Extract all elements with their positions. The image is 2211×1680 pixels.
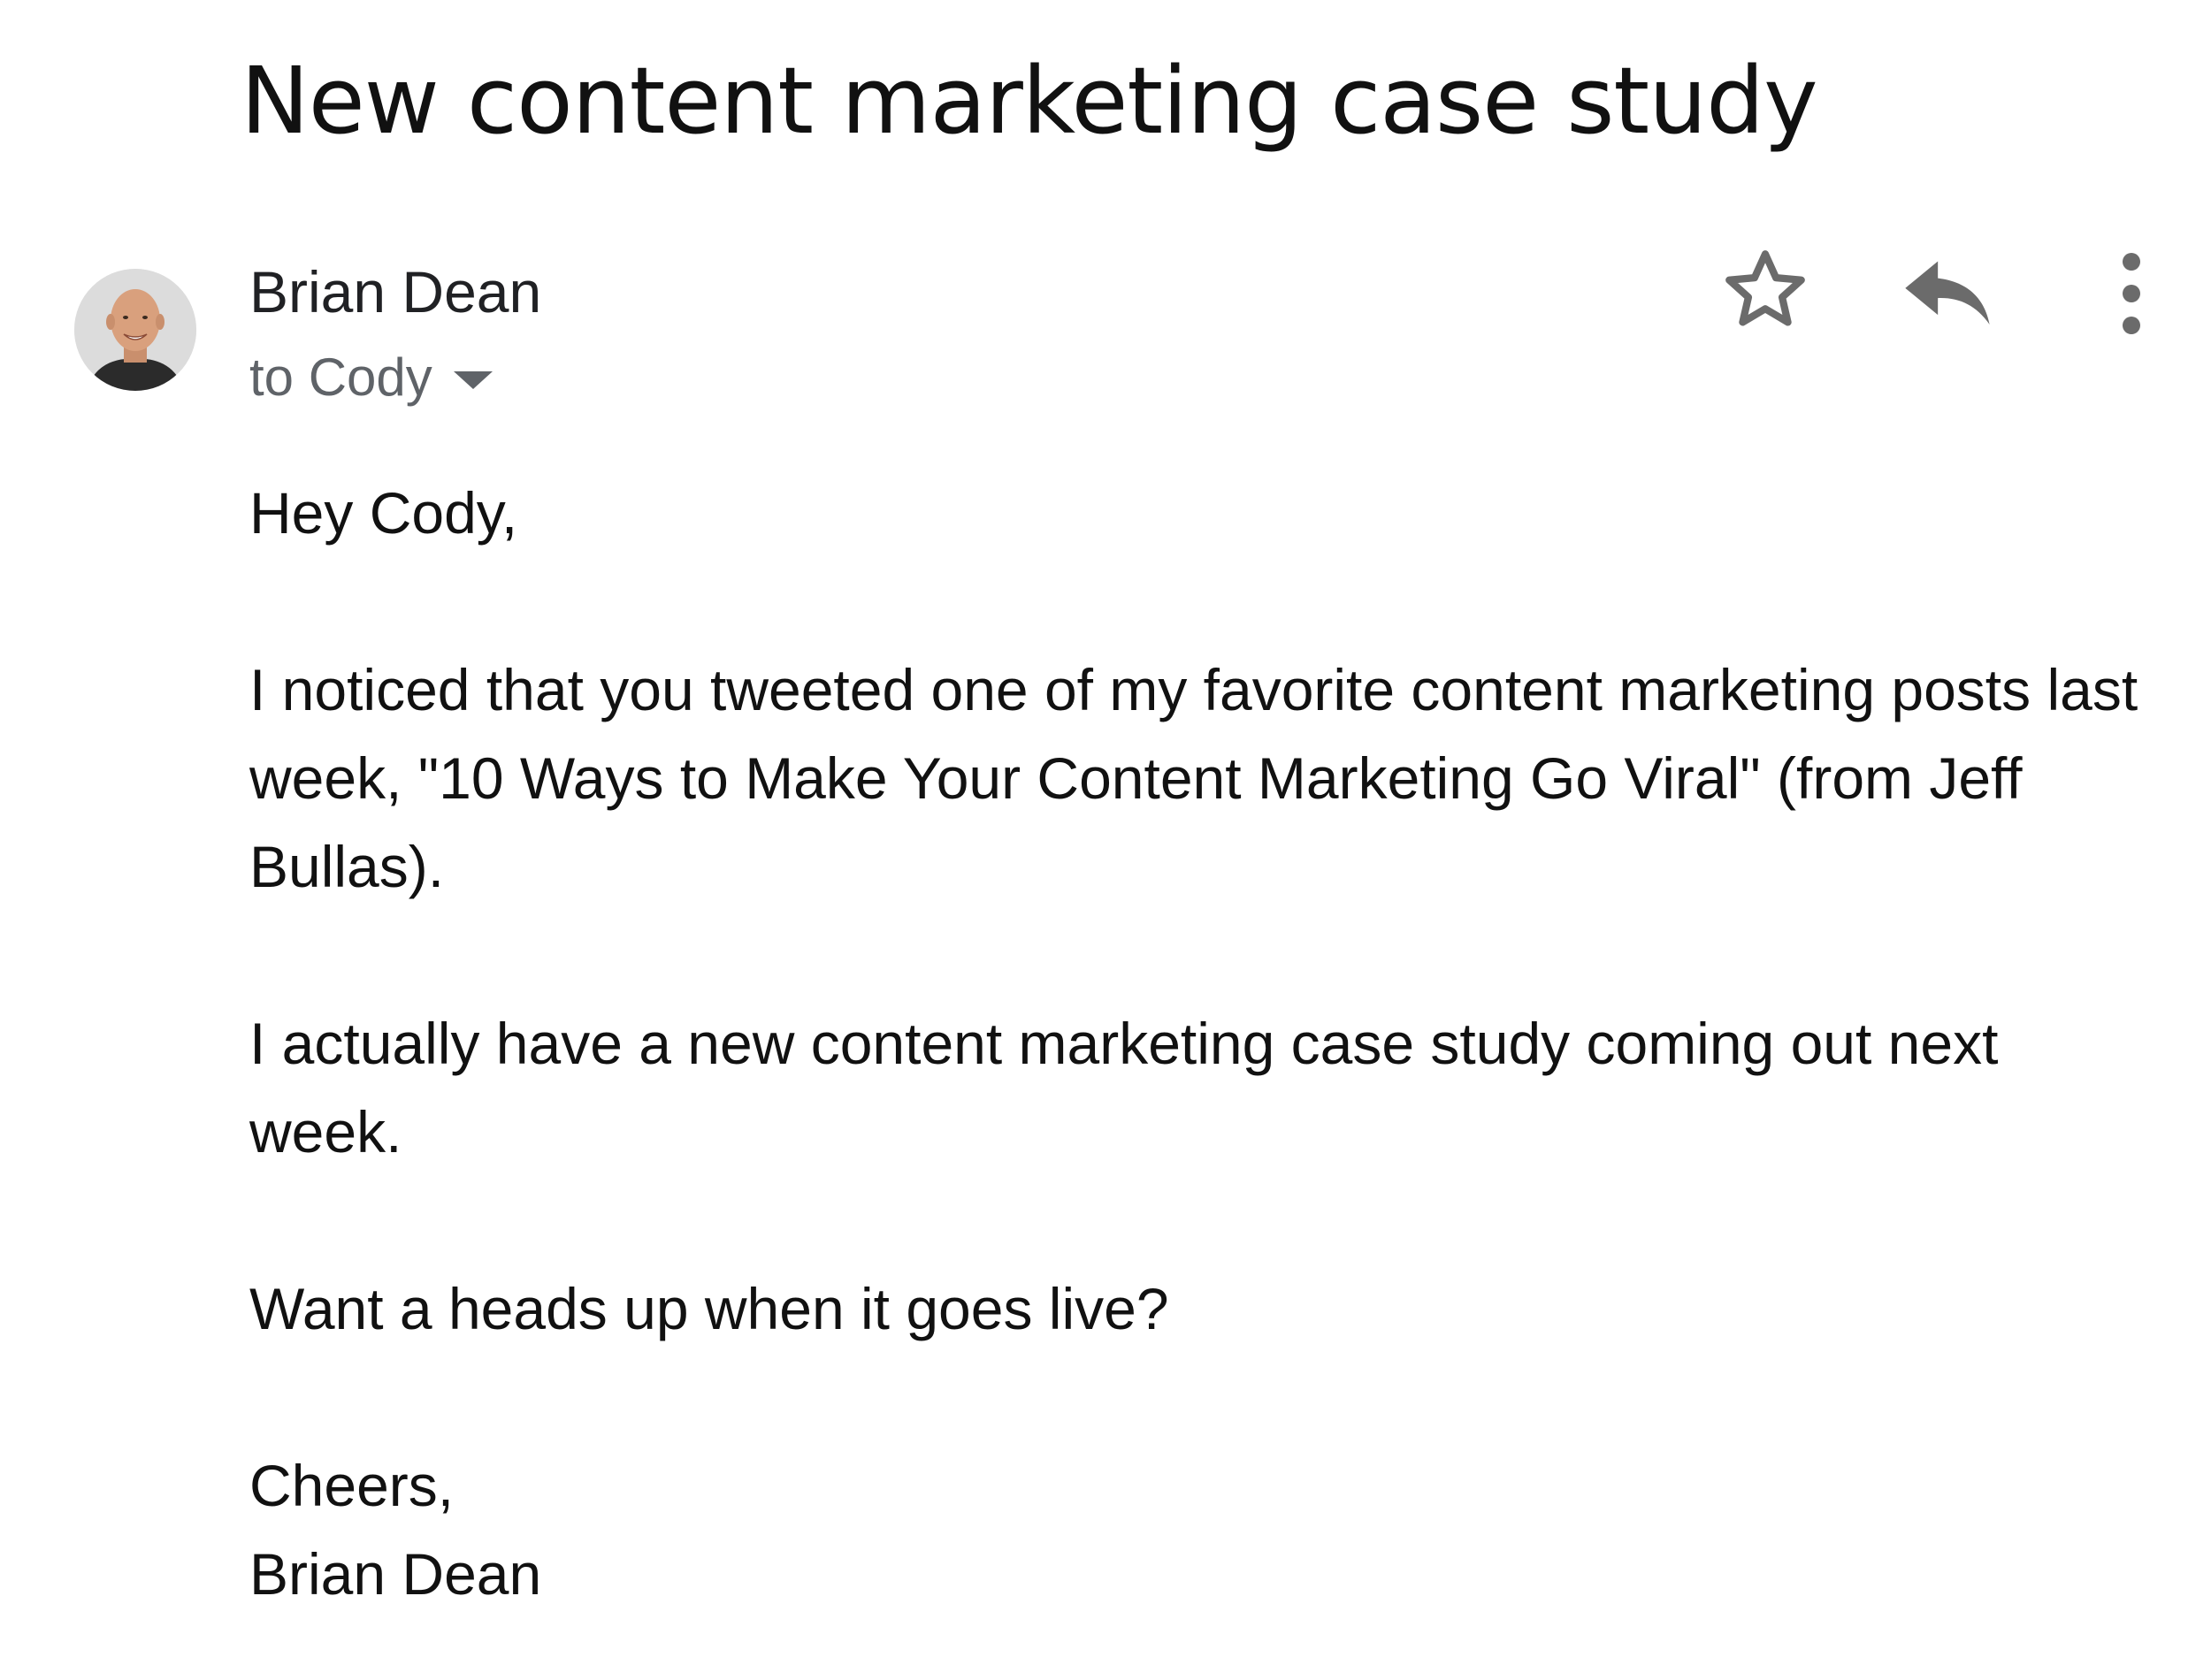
more-options-icon[interactable] — [2105, 249, 2158, 338]
email-paragraph: Want a heads up when it goes live? — [249, 1276, 1169, 1341]
email-body: Hey Cody, I noticed that you tweeted one… — [249, 469, 2142, 1618]
sender-name[interactable]: Brian Dean — [249, 258, 541, 325]
email-paragraph: I noticed that you tweeted one of my fav… — [249, 657, 2138, 899]
star-icon[interactable] — [1719, 244, 1811, 336]
email-subject: New content marketing case study — [241, 47, 1818, 155]
email-signature: Brian Dean — [249, 1541, 542, 1607]
recipient-details-toggle[interactable]: to Cody — [249, 347, 493, 409]
email-greeting: Hey Cody, — [249, 480, 518, 546]
email-paragraph: I actually have a new content marketing … — [249, 1011, 1999, 1165]
recipient-label: to Cody — [249, 347, 432, 407]
email-signoff: Cheers, — [249, 1453, 455, 1518]
sender-avatar[interactable] — [74, 269, 196, 391]
reply-icon[interactable] — [1901, 249, 1993, 331]
caret-down-icon[interactable] — [453, 371, 493, 389]
